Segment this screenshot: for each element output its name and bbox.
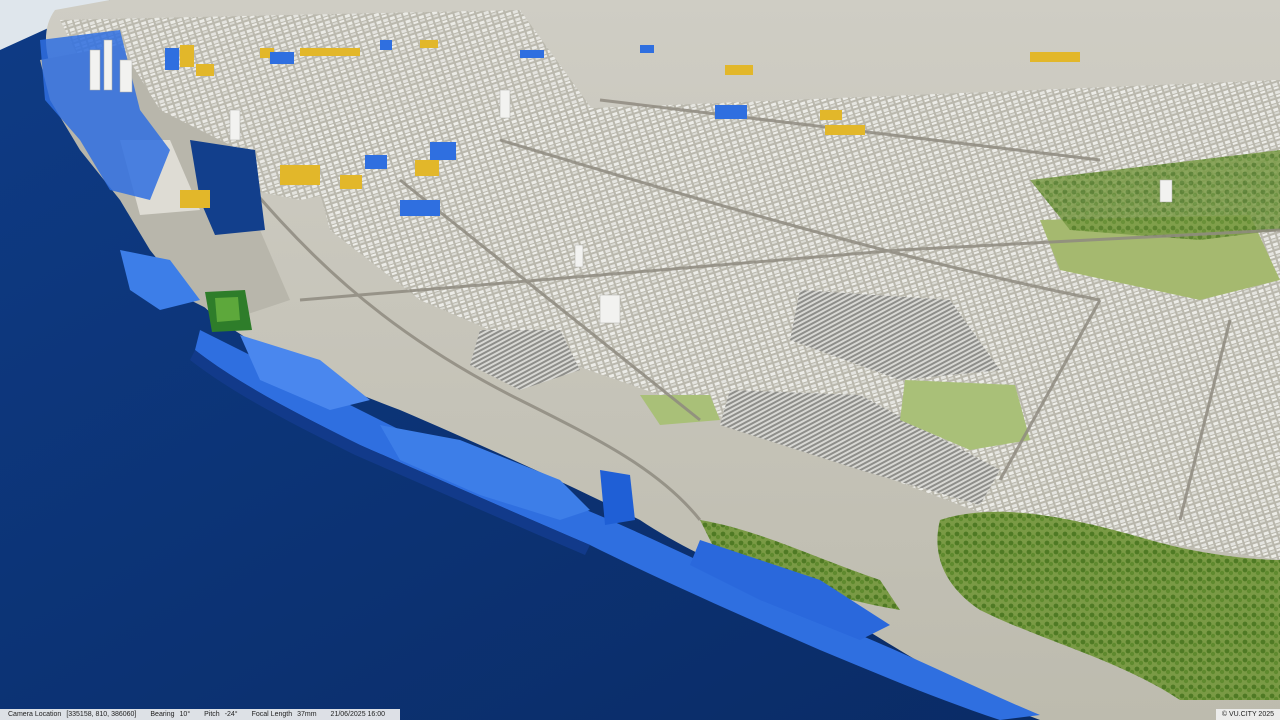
pitch-field: Pitch -24°: [204, 711, 237, 718]
camera-location-value: [335158, 810, 386060]: [66, 711, 137, 718]
focal-length-label: Focal Length: [251, 711, 293, 718]
datetime-value: 21/06/2025 16:00: [330, 711, 386, 718]
bearing-field: Bearing 10°: [150, 711, 190, 718]
highlighted-building: [600, 470, 635, 525]
camera-location-field: Camera Location [335158, 810, 386060]: [8, 711, 136, 718]
pitch-value: -24°: [224, 711, 238, 718]
highlighted-building-green: [215, 297, 240, 322]
pitch-label: Pitch: [204, 711, 220, 718]
copyright-notice: © VU.CITY 2025: [1215, 709, 1280, 720]
bearing-label: Bearing: [150, 711, 175, 718]
focal-length-value: 37mm: [297, 711, 317, 718]
bearing-value: 10°: [179, 711, 191, 718]
focal-length-field: Focal Length 37mm: [252, 711, 317, 718]
camera-location-label: Camera Location: [8, 711, 62, 718]
3d-city-viewport[interactable]: [0, 0, 1280, 720]
camera-status-bar: Camera Location [335158, 810, 386060] Be…: [0, 709, 400, 720]
